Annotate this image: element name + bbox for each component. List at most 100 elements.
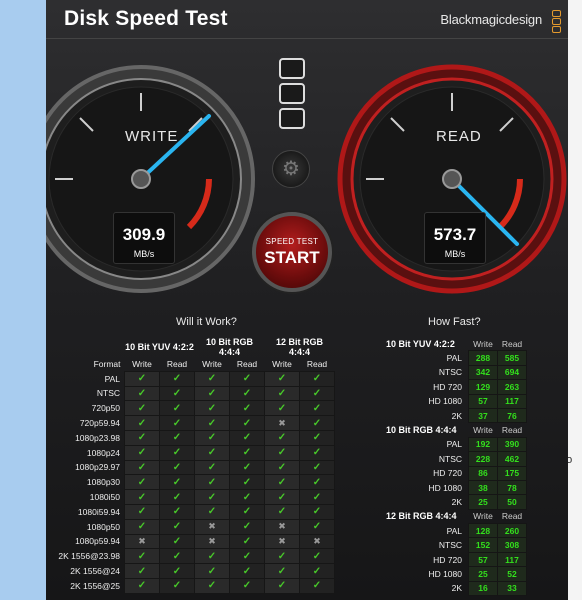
check-icon: ✓ [229,459,265,476]
table-row: PAL ✓ ✓ ✓ ✓ ✓ ✓ [52,370,335,387]
how-fast-table: 10 Bit YUV 4:2:2 Write Read PAL 288 585 NTSC 34… [380,337,527,597]
format-label: PAL [446,353,462,364]
cross-icon: ✖ [264,415,300,431]
table-row: 2K 16 33 [380,580,527,597]
group-header: 12 Bit RGB 4:4:4 [275,337,323,357]
check-icon: ✓ [264,385,300,402]
write-fps-value: 57 [468,393,498,409]
check-icon: ✓ [124,577,160,594]
check-icon: ✓ [229,563,265,579]
format-label: HD 720 [433,468,462,479]
check-icon: ✓ [229,415,265,431]
table-row: PAL 128 260 [380,523,527,539]
write-col-header: Write [202,358,222,369]
write-col-header: Write [272,358,292,369]
read-fps-value: 78 [497,479,527,496]
format-label: 1080p24 [86,447,120,458]
check-icon: ✓ [194,563,230,579]
table-row: 2K 25 50 [380,494,527,510]
read-fps-value: 263 [497,379,527,395]
format-label: 2K [451,410,462,421]
check-icon: ✓ [159,370,195,387]
check-icon: ✓ [299,503,335,520]
table-row: 1080i50 ✓ ✓ ✓ ✓ ✓ ✓ [52,489,335,505]
cross-icon: ✖ [124,533,160,550]
read-fps-value: 52 [497,566,527,582]
cross-icon: ✖ [194,533,230,550]
read-fps-value: 308 [497,537,527,553]
check-icon: ✓ [159,474,195,491]
check-icon: ✓ [159,385,195,402]
write-fps-value: 57 [468,551,498,568]
write-label: WRITE [125,128,179,145]
format-label: 2K 1556@25 [70,580,120,591]
write-fps-value: 37 [468,407,498,424]
cross-icon: ✖ [194,518,230,535]
read-value: 573.7 [433,225,477,244]
write-fps-value: 228 [468,451,498,467]
check-icon: ✓ [264,370,300,387]
check-icon: ✓ [264,429,300,446]
format-label: HD 1080 [428,568,462,579]
settings-gear-icon[interactable]: ⚙ [272,150,310,188]
table-row: 2K 37 76 [380,407,527,424]
check-icon: ✓ [194,370,230,387]
format-header: Format [93,359,121,370]
mode-button-2[interactable] [279,83,305,104]
mode-button-1[interactable] [279,58,305,79]
check-icon: ✓ [124,503,160,520]
check-icon: ✓ [194,474,230,491]
will-it-work-title: Will it Work? [176,316,237,328]
desktop-background [0,0,46,600]
group-header-row: 10 Bit YUV 4:2:2 Write Read [380,337,527,351]
table-row: 1080p30 ✓ ✓ ✓ ✓ ✓ ✓ [52,474,335,491]
check-icon: ✓ [299,548,335,565]
write-col-header: Write [473,511,493,522]
read-fps-value: 50 [497,494,527,510]
mode-button-3[interactable] [279,108,305,129]
format-label: 2K 1556@24 [70,566,120,577]
table-row: 1080p23.98 ✓ ✓ ✓ ✓ ✓ ✓ [52,429,335,446]
check-icon: ✓ [299,489,335,505]
check-icon: ✓ [229,577,265,594]
write-fps-value: 38 [468,479,498,496]
check-icon: ✓ [124,548,160,565]
check-icon: ✓ [229,518,265,535]
read-unit: MB/s [444,249,466,259]
check-icon: ✓ [229,533,265,550]
write-fps-value: 16 [468,580,498,597]
disk-speed-test-window: Disk Speed Test Blackmagicdesign WRITE 3… [46,0,568,600]
check-icon: ✓ [229,489,265,505]
read-col-header: Read [236,358,258,369]
read-col-header: Read [306,358,328,369]
format-label: PAL [446,439,462,450]
table-row: PAL 192 390 [380,436,527,453]
read-fps-value: 390 [497,436,527,453]
check-icon: ✓ [124,400,160,417]
table-row: NTSC 152 308 [380,537,527,553]
write-readout: 309.9 MB/s [113,212,175,264]
check-icon: ✓ [194,429,230,446]
table-row: 1080p59.94 ✖ ✓ ✖ ✓ ✖ ✖ [52,533,335,550]
check-icon: ✓ [229,474,265,491]
table-row: NTSC 228 462 [380,451,527,467]
check-icon: ✓ [299,577,335,594]
check-icon: ✓ [124,518,160,535]
write-fps-value: 128 [468,523,498,539]
check-icon: ✓ [299,474,335,491]
format-label: 2K 1556@23.98 [58,551,120,562]
check-icon: ✓ [229,503,265,520]
check-icon: ✓ [124,385,160,402]
check-icon: ✓ [159,563,195,579]
check-icon: ✓ [229,385,265,402]
check-icon: ✓ [159,429,195,446]
check-icon: ✓ [159,444,195,461]
format-label: HD 720 [433,554,462,565]
format-label: 720p59.94 [79,418,120,429]
read-label: READ [436,128,482,145]
window-title: Disk Speed Test [64,7,228,30]
check-icon: ✓ [124,444,160,461]
start-button[interactable]: SPEED TEST START [252,212,332,292]
group-name: 10 Bit YUV 4:2:2 [386,338,455,349]
cross-icon: ✖ [264,518,300,535]
